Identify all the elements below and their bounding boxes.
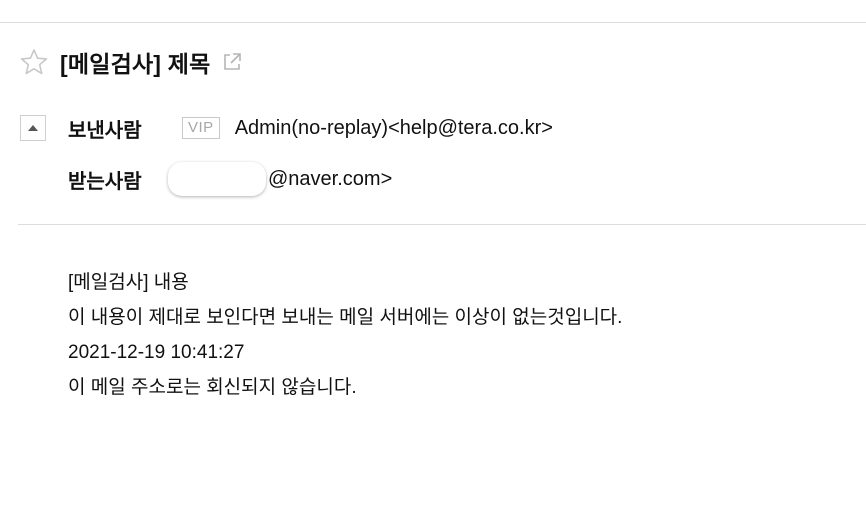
top-divider (0, 22, 866, 23)
star-icon[interactable] (18, 46, 50, 78)
vip-badge[interactable]: VIP (182, 117, 220, 139)
sender-label: 보낸사람 (68, 119, 142, 142)
body-line: 이 메일 주소로는 회신되지 않습니다. (68, 377, 357, 398)
body-line: 이 내용이 제대로 보인다면 보내는 메일 서버에는 이상이 없는것입니다. (68, 307, 623, 328)
body-line: 2021-12-19 10:41:27 (68, 342, 245, 363)
external-link-icon[interactable] (220, 50, 244, 74)
mail-subject: [메일검사] 제목 (60, 51, 211, 77)
mail-view: [메일검사] 제목 보낸사람 VIP Admin(no-replay)<help… (0, 0, 866, 520)
caret-up-icon[interactable] (20, 115, 46, 141)
sender-row: 보낸사람 VIP Admin(no-replay)<help@tera.co.k… (20, 112, 553, 144)
recipient-row: 받는사람 @naver.com> (20, 162, 392, 196)
header-divider (18, 224, 866, 225)
mail-body: [메일검사] 내용 이 내용이 제대로 보인다면 보내는 메일 서버에는 이상이… (68, 268, 622, 408)
recipient-name-chip[interactable] (168, 162, 266, 196)
subject-row: [메일검사] 제목 (18, 44, 244, 80)
toggle-spacer (20, 166, 46, 192)
body-line: [메일검사] 내용 (68, 272, 189, 293)
recipient-label: 받는사람 (68, 170, 142, 193)
sender-address[interactable]: Admin(no-replay)<help@tera.co.kr> (235, 117, 553, 140)
recipient-address-domain[interactable]: @naver.com> (268, 168, 392, 191)
